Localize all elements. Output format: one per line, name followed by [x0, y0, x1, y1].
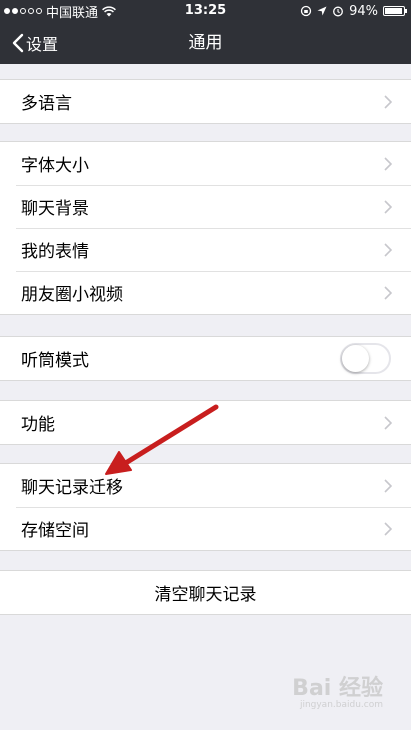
settings-group-features: 功能	[0, 400, 411, 445]
row-label: 功能	[21, 415, 55, 435]
chevron-right-icon	[384, 478, 392, 493]
row-label: 多语言	[21, 94, 72, 114]
battery-icon	[383, 6, 407, 16]
row-moments-video[interactable]: 朋友圈小视频	[0, 271, 411, 314]
row-my-stickers[interactable]: 我的表情	[0, 228, 411, 271]
settings-group-clear: 清空聊天记录	[0, 570, 411, 615]
row-label: 聊天记录迁移	[21, 478, 123, 498]
row-earpiece-mode: 听筒模式	[0, 337, 411, 380]
row-label: 字体大小	[21, 156, 89, 176]
watermark: Bai 经验 jingyan.baidu.com	[292, 670, 383, 710]
rotation-lock-icon	[300, 5, 312, 17]
chevron-right-icon	[384, 199, 392, 214]
chevron-right-icon	[384, 242, 392, 257]
chevron-left-icon	[12, 33, 24, 53]
watermark-url: jingyan.baidu.com	[299, 700, 383, 710]
row-label: 我的表情	[21, 242, 89, 262]
chevron-right-icon	[384, 521, 392, 536]
battery-percent: 94%	[349, 3, 378, 19]
row-language[interactable]: 多语言	[0, 80, 411, 123]
chevron-right-icon	[384, 285, 392, 300]
settings-group-language: 多语言	[0, 79, 411, 124]
settings-group-storage: 聊天记录迁移 存储空间	[0, 463, 411, 551]
status-bar: 中国联通 13:25 94%	[0, 0, 411, 22]
row-storage[interactable]: 存储空间	[0, 507, 411, 550]
row-label: 存储空间	[21, 521, 89, 541]
row-label: 聊天背景	[21, 199, 89, 219]
location-icon	[317, 6, 327, 16]
row-chat-background[interactable]: 聊天背景	[0, 185, 411, 228]
toggle-knob	[342, 344, 369, 372]
back-button[interactable]: 设置	[12, 22, 58, 64]
row-label: 朋友圈小视频	[21, 285, 123, 305]
settings-group-earpiece: 听筒模式	[0, 336, 411, 381]
navigation-bar: 设置 通用	[0, 22, 411, 64]
status-right: 94%	[300, 0, 407, 22]
alarm-icon	[333, 6, 344, 17]
clear-chat-history-button[interactable]: 清空聊天记录	[0, 571, 411, 614]
row-label: 清空聊天记录	[154, 585, 257, 605]
earpiece-mode-toggle[interactable]	[340, 342, 391, 374]
chevron-right-icon	[384, 415, 392, 430]
row-chat-migration[interactable]: 聊天记录迁移	[0, 464, 411, 507]
row-font-size[interactable]: 字体大小	[0, 142, 411, 185]
watermark-text: Bai 经验	[292, 676, 383, 701]
chevron-right-icon	[384, 156, 392, 171]
row-label: 听筒模式	[21, 351, 89, 371]
back-label: 设置	[26, 35, 59, 54]
chevron-right-icon	[384, 94, 392, 109]
row-features[interactable]: 功能	[0, 401, 411, 444]
settings-group-display: 字体大小 聊天背景 我的表情 朋友圈小视频	[0, 141, 411, 315]
page-title: 通用	[188, 33, 223, 53]
